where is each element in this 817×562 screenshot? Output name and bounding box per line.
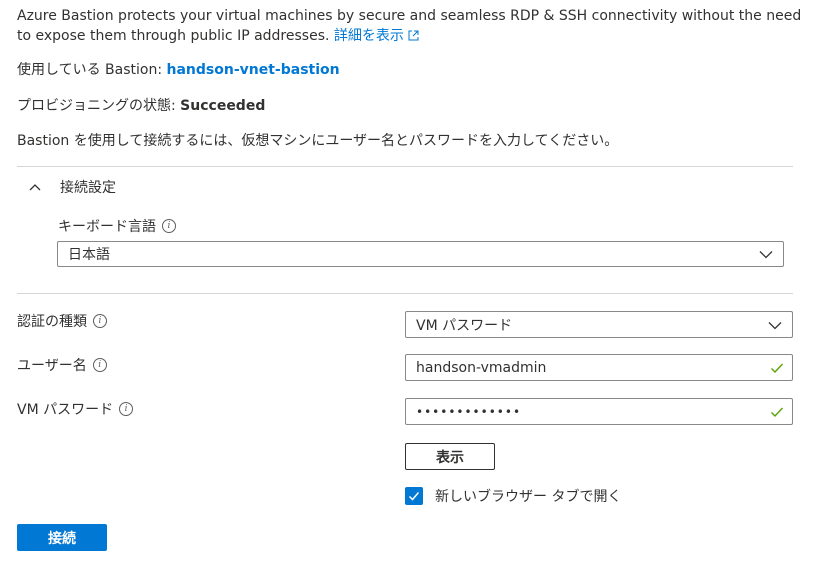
info-icon[interactable]: i — [119, 402, 134, 416]
connect-button[interactable]: 接続 — [17, 524, 107, 551]
instruction-text: Bastion を使用して接続するには、仮想マシンにユーザー名とパスワードを入力… — [17, 133, 619, 149]
checkmark-icon — [408, 492, 420, 501]
username-label: ユーザー名 i — [17, 355, 107, 375]
password-input[interactable]: ••••••••••••• — [405, 398, 793, 425]
bastion-name-link[interactable]: handson-vnet-bastion — [167, 62, 340, 78]
checkmark-icon — [771, 363, 784, 373]
checkmark-icon — [771, 407, 784, 417]
intro-text: Azure Bastion protects your virtual mach… — [17, 6, 807, 46]
auth-type-label: 認証の種類 i — [17, 311, 107, 331]
username-input[interactable]: handson-vmadmin — [405, 354, 793, 381]
new-tab-checkbox[interactable] — [405, 487, 423, 505]
connection-settings-title: 接続設定 — [60, 180, 116, 196]
show-password-button[interactable]: 表示 — [405, 443, 495, 470]
chevron-down-icon — [759, 251, 773, 259]
keyboard-language-label: キーボード言語 i — [58, 216, 176, 236]
provisioning-status: Succeeded — [180, 98, 266, 114]
username-value: handson-vmadmin — [416, 359, 547, 376]
password-label: VM パスワード i — [17, 399, 134, 419]
connection-settings-toggle[interactable]: 接続設定 — [28, 177, 116, 197]
new-tab-checkbox-label: 新しいブラウザー タブで開く — [435, 489, 622, 505]
chevron-down-icon — [768, 321, 782, 329]
learn-more-link[interactable]: 詳細を表示 — [334, 28, 419, 44]
chevron-up-icon — [29, 184, 41, 191]
auth-type-select[interactable]: VM パスワード — [405, 311, 793, 338]
divider — [17, 293, 793, 294]
auth-type-value: VM パスワード — [416, 317, 513, 334]
info-icon[interactable]: i — [93, 314, 107, 328]
provisioning-label: プロビジョニングの状態: — [17, 98, 176, 114]
provisioning-row: プロビジョニングの状態: Succeeded — [17, 96, 265, 116]
password-value: ••••••••••••• — [416, 404, 522, 419]
new-tab-checkbox-row: 新しいブラウザー タブで開く — [405, 486, 621, 506]
keyboard-language-select[interactable]: 日本語 — [57, 241, 784, 267]
external-link-icon — [408, 30, 419, 41]
divider — [17, 166, 793, 167]
info-icon[interactable]: i — [162, 219, 176, 233]
keyboard-language-value: 日本語 — [68, 247, 110, 263]
bastion-label: 使用している Bastion: — [17, 62, 163, 78]
bastion-row: 使用している Bastion: handson-vnet-bastion — [17, 60, 340, 80]
info-icon[interactable]: i — [92, 358, 107, 372]
